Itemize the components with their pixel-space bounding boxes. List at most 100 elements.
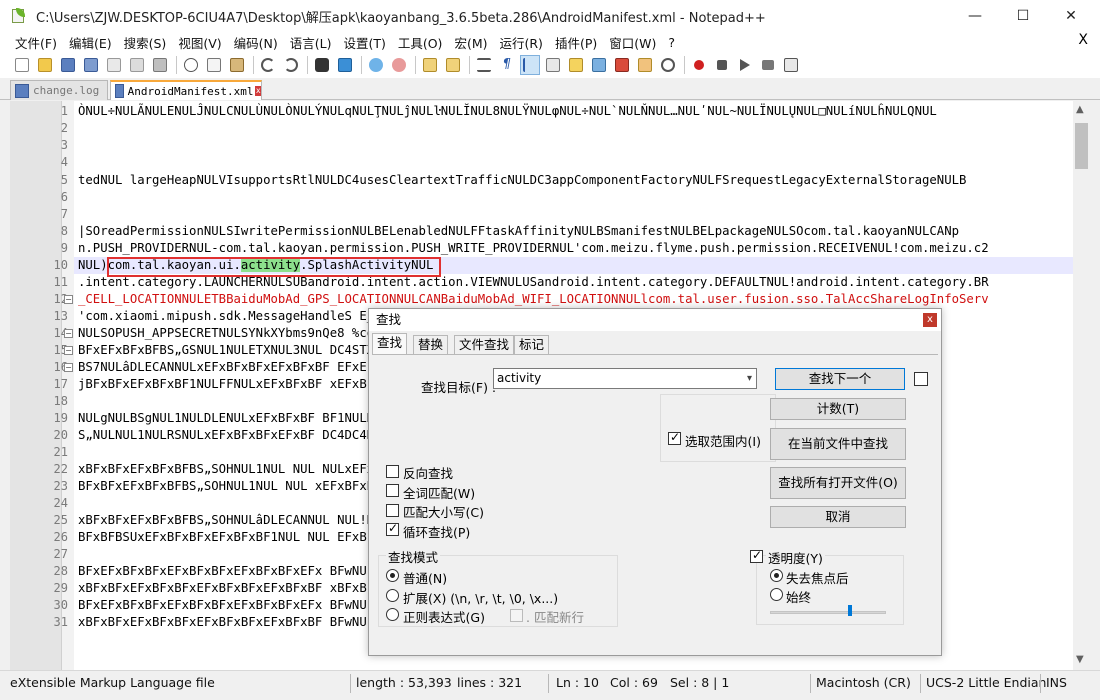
menu-language[interactable]: 语言(L) — [284, 33, 338, 52]
save-macro-icon[interactable] — [781, 55, 801, 75]
on-losing-focus-radio[interactable] — [770, 569, 783, 582]
tab-find[interactable]: 查找 — [372, 333, 408, 355]
zoom-in-icon[interactable] — [366, 55, 386, 75]
paste-icon[interactable] — [227, 55, 247, 75]
mode-regex-radio[interactable] — [386, 608, 399, 621]
menu-help[interactable]: ? — [662, 35, 681, 50]
menu-plugins[interactable]: 插件(P) — [549, 33, 603, 52]
chevron-down-icon[interactable]: ▾ — [747, 369, 752, 388]
record-macro-icon[interactable] — [689, 55, 709, 75]
play-macro-icon[interactable] — [735, 55, 755, 75]
menu-window[interactable]: 窗口(W) — [603, 33, 662, 52]
maximize-button[interactable]: ☐ — [1000, 0, 1046, 32]
mode-regex-label: 正则表达式(G) — [403, 610, 485, 625]
open-file-icon[interactable] — [35, 55, 55, 75]
close-file-icon[interactable] — [104, 55, 124, 75]
find-next-button[interactable]: 查找下一个 — [775, 368, 905, 390]
print-icon[interactable] — [150, 55, 170, 75]
toolbar-separator — [415, 56, 416, 74]
status-eol: Macintosh (CR) — [816, 675, 911, 690]
code-line: |SOreadPermissionNULSIwritePermissionNUL… — [78, 224, 959, 238]
tab-replace[interactable]: 替换 — [413, 335, 449, 355]
menu-encoding[interactable]: 编码(N) — [228, 33, 284, 52]
save-icon[interactable] — [58, 55, 78, 75]
find-icon[interactable] — [312, 55, 332, 75]
stop-macro-icon[interactable] — [712, 55, 732, 75]
folder-as-workspace-icon[interactable] — [635, 55, 655, 75]
new-file-icon[interactable] — [12, 55, 32, 75]
play-multiple-macro-icon[interactable] — [758, 55, 778, 75]
sync-horizontal-icon[interactable] — [443, 55, 463, 75]
dialog-close-icon[interactable]: x — [923, 313, 937, 327]
copy-icon[interactable] — [204, 55, 224, 75]
sync-vertical-icon[interactable] — [420, 55, 440, 75]
tab-close-icon[interactable]: x — [255, 86, 261, 96]
zoom-out-icon[interactable] — [389, 55, 409, 75]
always-radio[interactable] — [770, 588, 783, 601]
count-button[interactable]: 计数(T) — [770, 398, 906, 420]
minimize-button[interactable]: — — [952, 0, 998, 32]
cancel-button[interactable]: 取消 — [770, 506, 906, 528]
find-all-in-current-button[interactable]: 在当前文件中查找 — [770, 428, 906, 460]
menu-tools[interactable]: 工具(O) — [392, 33, 449, 52]
tab-mark[interactable]: 标记 — [514, 335, 550, 355]
menu-macro[interactable]: 宏(M) — [448, 33, 493, 52]
transparency-slider-thumb[interactable] — [848, 605, 852, 616]
cut-icon[interactable] — [181, 55, 201, 75]
match-case-checkbox[interactable] — [386, 504, 399, 517]
fold-toggle-icon[interactable]: − — [64, 295, 73, 304]
replace-icon[interactable] — [335, 55, 355, 75]
transparency-checkbox[interactable] — [750, 548, 763, 563]
status-length: length : 53,393 — [356, 675, 452, 690]
tab-find-in-files[interactable]: 文件查找 — [454, 335, 515, 355]
scroll-up-icon[interactable]: ▲ — [1076, 104, 1084, 115]
word-wrap-icon[interactable] — [474, 55, 494, 75]
doc-map-icon[interactable] — [543, 55, 563, 75]
menu-run[interactable]: 运行(R) — [493, 33, 548, 52]
scroll-down-icon[interactable]: ▼ — [1076, 654, 1084, 665]
tab-androidmanifest[interactable]: AndroidManifest.xml x — [110, 80, 262, 100]
close-all-icon[interactable] — [127, 55, 147, 75]
mode-extended-radio[interactable] — [386, 589, 399, 602]
save-all-icon[interactable] — [81, 55, 101, 75]
search-mode-title: 查找模式 — [386, 547, 441, 566]
find-all-in-open-files-button[interactable]: 查找所有打开文件(O) — [770, 467, 906, 499]
indent-guide-icon[interactable] — [520, 55, 540, 75]
close-window-button[interactable]: ✕ — [1048, 0, 1094, 32]
function-list-icon[interactable] — [566, 55, 586, 75]
tab-change-log[interactable]: change.log — [10, 80, 108, 100]
whole-word-checkbox[interactable] — [386, 484, 399, 497]
left-panel-edge — [0, 101, 10, 670]
menu-view[interactable]: 视图(V) — [172, 33, 227, 52]
in-selection-checkbox[interactable] — [668, 430, 681, 445]
line-number: 6 — [60, 190, 68, 204]
menu-file[interactable]: 文件(F) — [9, 33, 63, 52]
fold-toggle-icon[interactable]: − — [64, 329, 73, 338]
menu-settings[interactable]: 设置(T) — [337, 33, 391, 52]
status-insert-mode: INS — [1046, 675, 1067, 690]
close-document-button[interactable]: X — [1078, 32, 1088, 48]
backward-checkbox[interactable] — [386, 465, 399, 478]
mode-normal-radio[interactable] — [386, 569, 399, 582]
show-all-chars-icon[interactable]: ¶ — [497, 55, 517, 75]
monitoring-icon[interactable] — [658, 55, 678, 75]
folder-workspace-icon[interactable] — [589, 55, 609, 75]
scrollbar-thumb[interactable] — [1075, 123, 1088, 169]
vertical-scrollbar[interactable]: ▲ ▼ — [1073, 101, 1090, 670]
menu-search[interactable]: 搜索(S) — [118, 33, 173, 52]
redo-icon[interactable] — [281, 55, 301, 75]
menu-edit[interactable]: 编辑(E) — [63, 33, 118, 52]
line-number: 20 — [53, 428, 68, 442]
dot-matches-newline-checkbox[interactable] — [510, 609, 523, 622]
fold-toggle-icon[interactable]: − — [64, 363, 73, 372]
direction-toggle-checkbox[interactable] — [914, 372, 928, 386]
function-icon[interactable] — [612, 55, 632, 75]
find-what-input[interactable]: activity ▾ — [493, 368, 757, 389]
fold-toggle-icon[interactable]: − — [64, 346, 73, 355]
undo-icon[interactable] — [258, 55, 278, 75]
tab-label: AndroidManifest.xml — [127, 84, 254, 98]
wrap-around-checkbox[interactable] — [386, 521, 399, 536]
transparency-slider-track[interactable] — [770, 611, 886, 614]
document-tab-bar: change.log AndroidManifest.xml x — [0, 78, 1100, 100]
